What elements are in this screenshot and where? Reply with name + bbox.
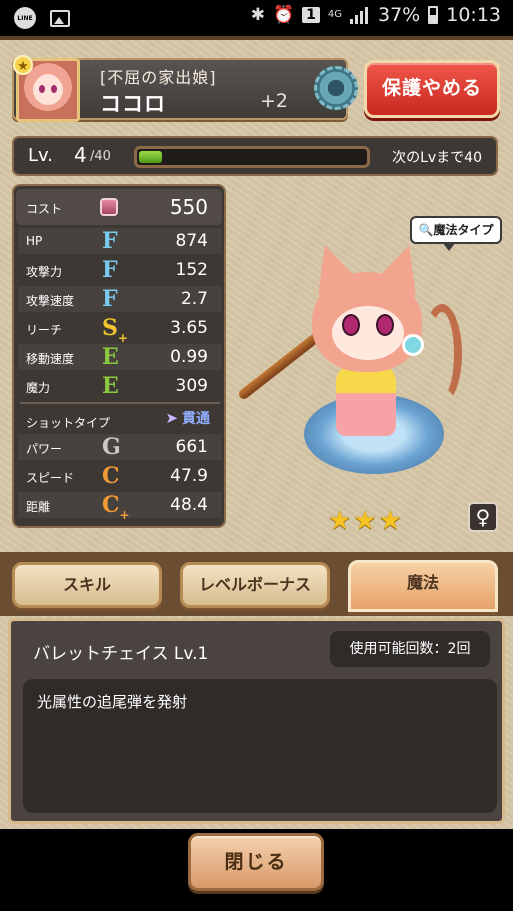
character-eye [376, 314, 394, 336]
unit-name: ココロ [100, 92, 166, 116]
level-max: /40 [90, 149, 111, 164]
status-bar: LINE ✱ ⏰ 1 4G 37% 10:13 [0, 0, 513, 36]
stat-name: HP [26, 234, 43, 248]
stat-name: 移動速度 [26, 352, 75, 366]
stat-grade: F [102, 257, 118, 283]
stat-grade: F [102, 228, 118, 254]
stat-grade: F [102, 286, 118, 312]
unit-portrait: ★ [13, 55, 80, 122]
unit-header: ★ [不屈の家出娘] ココロ +2 [12, 55, 358, 122]
tab-level-bonus[interactable]: レベルボーナス [180, 562, 330, 608]
stat-value: 47.9 [170, 466, 208, 486]
character-eye [342, 314, 360, 336]
exp-progress-fill [139, 151, 162, 163]
character-tail [422, 304, 462, 404]
stat-row: HP F 874 [18, 228, 222, 254]
image-icon [50, 9, 70, 27]
stat-row: スピード C 47.9 [18, 463, 222, 489]
bluetooth-icon: ✱ [250, 5, 265, 25]
cost-row: コスト 550 [16, 189, 222, 225]
stat-value: 874 [175, 231, 208, 251]
stat-row: 攻撃速度 F 2.7 [18, 286, 222, 312]
exp-progress-track [134, 146, 370, 168]
star-badge-icon: ★ [13, 55, 33, 75]
rarity-star-icon: ★ [378, 506, 402, 536]
character-illustration [236, 238, 470, 504]
stat-value: 309 [175, 376, 208, 396]
stat-row: 攻撃力 F 152 [18, 257, 222, 283]
stat-row: 距離 C+ 48.4 [18, 492, 222, 523]
line-app-icon: LINE [14, 7, 36, 29]
eye-icon [39, 85, 45, 93]
rarity-star-icon: ★ [328, 506, 352, 536]
stat-value: 48.4 [170, 495, 208, 515]
character-body [336, 364, 396, 436]
character-face [332, 306, 404, 360]
stat-value: 2.7 [180, 289, 208, 309]
bottom-bar: 閉じる [0, 829, 513, 911]
rarity-star-icon: ★ [353, 506, 377, 536]
stat-name: パワー [26, 442, 63, 456]
stat-name: 攻撃速度 [26, 294, 75, 308]
unit-title: [不屈の家出娘] [100, 68, 217, 87]
level-label: Lv. [28, 145, 54, 166]
stat-value: 152 [175, 260, 208, 280]
magic-type-tag: 🔍魔法タイプ [410, 216, 502, 251]
stat-row: パワー G 661 [18, 434, 222, 460]
skill-name: バレットチェイス Lv.1 [33, 644, 209, 664]
unit-plus-value: +2 [260, 90, 289, 112]
notification-1-icon: 1 [302, 7, 320, 23]
stats-panel: コスト 550 HP F 874 攻撃力 F 152 攻撃速度 F 2.7 リーチ S+ 3.65 移動… [12, 184, 226, 528]
4g-icon: 4G [327, 9, 342, 20]
tab-magic[interactable]: 魔法 [348, 560, 498, 612]
battery-percent: 37% [378, 4, 421, 26]
eye-icon [51, 85, 57, 93]
rarity-stars: ★ ★ ★ [328, 506, 402, 536]
level-value: 4 [74, 143, 87, 167]
battery-icon [428, 6, 439, 24]
character-bow [402, 334, 424, 356]
stat-value: 3.65 [170, 318, 208, 338]
skill-description-box: 光属性の追尾弾を発射 [23, 679, 497, 813]
stats-divider [20, 402, 220, 404]
can-icon [100, 198, 118, 216]
use-count-badge: 使用可能回数：2回 [330, 631, 490, 667]
stat-name: リーチ [26, 323, 63, 337]
stat-grade: C+ [102, 492, 130, 523]
stat-value: 661 [175, 437, 208, 457]
skill-description: 光属性の追尾弾を発射 [37, 693, 188, 711]
pierce-cursor-icon: ➤ [165, 409, 178, 427]
clock: 10:13 [446, 4, 501, 26]
alarm-icon: ⏰ [272, 5, 295, 25]
next-level-text: 次のLvまで40 [392, 150, 482, 166]
shot-type-label: ショットタイプ [26, 416, 111, 430]
stat-name: 魔力 [26, 381, 51, 395]
tab-skill[interactable]: スキル [12, 562, 162, 608]
stat-name: スピード [26, 471, 75, 485]
stat-name: 距離 [26, 500, 51, 514]
stat-name: 攻撃力 [26, 265, 63, 279]
portrait-face [33, 75, 63, 105]
unit-detail-panel: ★ [不屈の家出娘] ココロ +2 保護やめる Lv. 4 /40 次のLvまで… [0, 36, 513, 829]
stat-grade: E [102, 373, 119, 399]
cost-label: コスト [26, 202, 63, 216]
stat-grade: E [102, 344, 119, 370]
close-button[interactable]: 閉じる [188, 833, 324, 891]
stat-grade: G [102, 434, 121, 460]
stat-value: 0.99 [170, 347, 208, 367]
stop-protect-button[interactable]: 保護やめる [364, 60, 500, 118]
cost-value: 550 [169, 195, 208, 219]
shot-type-value: ➤ 貫通 [165, 409, 210, 427]
stat-row: 移動速度 E 0.99 [18, 344, 222, 370]
stat-row: リーチ S+ 3.65 [18, 315, 222, 346]
female-gender-icon: ♀ [468, 502, 498, 532]
stat-grade: S+ [102, 315, 128, 346]
level-bar: Lv. 4 /40 次のLvまで40 [12, 136, 498, 176]
stat-row: 魔力 E 309 [18, 373, 222, 399]
skill-content: バレットチェイス Lv.1 使用可能回数：2回 光属性の追尾弾を発射 [8, 618, 505, 824]
signal-icon [350, 6, 370, 24]
gear-icon [314, 66, 358, 110]
stat-grade: C [102, 463, 120, 489]
